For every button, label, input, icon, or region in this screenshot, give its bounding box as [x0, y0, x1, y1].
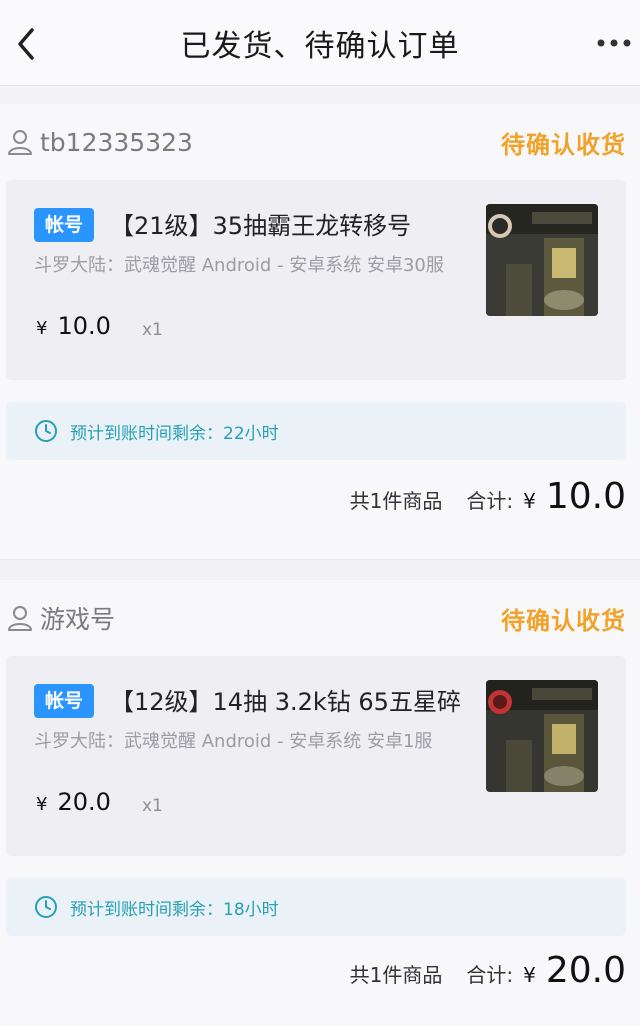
- yen-symbol: ¥: [523, 963, 536, 987]
- item-count: 共1件商品: [349, 963, 443, 987]
- order-status: 待确认收货: [501, 606, 626, 635]
- product-desc: 斗罗大陆：武魂觉醒 Android - 安卓系统 安卓30服: [34, 255, 444, 276]
- order-status: 待确认收货: [501, 130, 626, 159]
- clock-icon: [35, 420, 57, 442]
- eta-notice: 预计到账时间剩余：22小时: [6, 402, 626, 460]
- user-icon: [8, 130, 32, 155]
- clock-icon: [35, 896, 57, 918]
- account-tag: 帐号: [34, 208, 94, 242]
- seller-name: tb12335323: [40, 127, 193, 157]
- total-label: 合计:: [466, 489, 514, 513]
- product-card[interactable]: 帐号 【12级】14抽 3.2k钻 65五星碎 斗罗大陆：武魂觉醒 Androi…: [6, 656, 626, 856]
- product-thumbnail[interactable]: [486, 204, 598, 316]
- order-total: 共1件商品 合计: ¥ 10.0: [350, 476, 626, 526]
- price-value: 10.0: [57, 312, 111, 340]
- order-page: 已发货、待确认订单 tb12335323 待确认收货 帐号 【21级】35抽霸王…: [0, 0, 640, 1026]
- yen-symbol: ¥: [523, 489, 536, 513]
- more-button[interactable]: [594, 30, 634, 56]
- item-count: 共1件商品: [349, 489, 443, 513]
- eta-notice: 预计到账时间剩余：18小时: [6, 878, 626, 936]
- total-value: 20.0: [545, 950, 626, 991]
- account-tag: 帐号: [34, 684, 94, 718]
- product-price: ¥10.0: [36, 312, 111, 340]
- product-qty: x1: [142, 320, 163, 340]
- product-card[interactable]: 帐号 【21级】35抽霸王龙转移号 斗罗大陆：武魂觉醒 Android - 安卓…: [6, 180, 626, 380]
- price-value: 20.0: [57, 788, 111, 816]
- order-header: tb12335323 待确认收货: [0, 104, 640, 180]
- order-total: 共1件商品 合计: ¥ 20.0: [350, 950, 626, 1000]
- chevron-left-icon: [18, 28, 34, 60]
- product-price: ¥20.0: [36, 788, 111, 816]
- top-bar: 已发货、待确认订单: [0, 0, 640, 86]
- page-title: 已发货、待确认订单: [180, 28, 460, 64]
- product-title: 【21级】35抽霸王龙转移号: [110, 212, 412, 240]
- seller-info: tb12335323: [6, 128, 193, 157]
- order-card[interactable]: 游戏号 待确认收货 帐号 【12级】14抽 3.2k钻 65五星碎 斗罗大陆：武…: [0, 580, 640, 1026]
- game-screenshot-image: [486, 680, 598, 792]
- total-value: 10.0: [545, 476, 626, 517]
- order-header: 游戏号 待确认收货: [0, 580, 640, 656]
- back-button[interactable]: [10, 24, 44, 64]
- divider: [0, 559, 640, 580]
- eta-text: 预计到账时间剩余：18小时: [70, 899, 279, 920]
- product-thumbnail[interactable]: [486, 680, 598, 792]
- product-title: 【12级】14抽 3.2k钻 65五星碎: [110, 688, 461, 716]
- eta-text: 预计到账时间剩余：22小时: [70, 423, 279, 444]
- product-qty: x1: [142, 796, 163, 816]
- seller-info: 游戏号: [6, 600, 115, 636]
- product-desc: 斗罗大陆：武魂觉醒 Android - 安卓系统 安卓1服: [34, 731, 433, 752]
- game-screenshot-image: [486, 204, 598, 316]
- user-icon: [8, 606, 32, 631]
- yen-symbol: ¥: [36, 318, 48, 339]
- yen-symbol: ¥: [36, 794, 48, 815]
- more-dots-icon: [597, 39, 631, 47]
- total-label: 合计:: [466, 963, 514, 987]
- seller-name: 游戏号: [40, 605, 116, 634]
- order-card[interactable]: tb12335323 待确认收货 帐号 【21级】35抽霸王龙转移号 斗罗大陆：…: [0, 104, 640, 559]
